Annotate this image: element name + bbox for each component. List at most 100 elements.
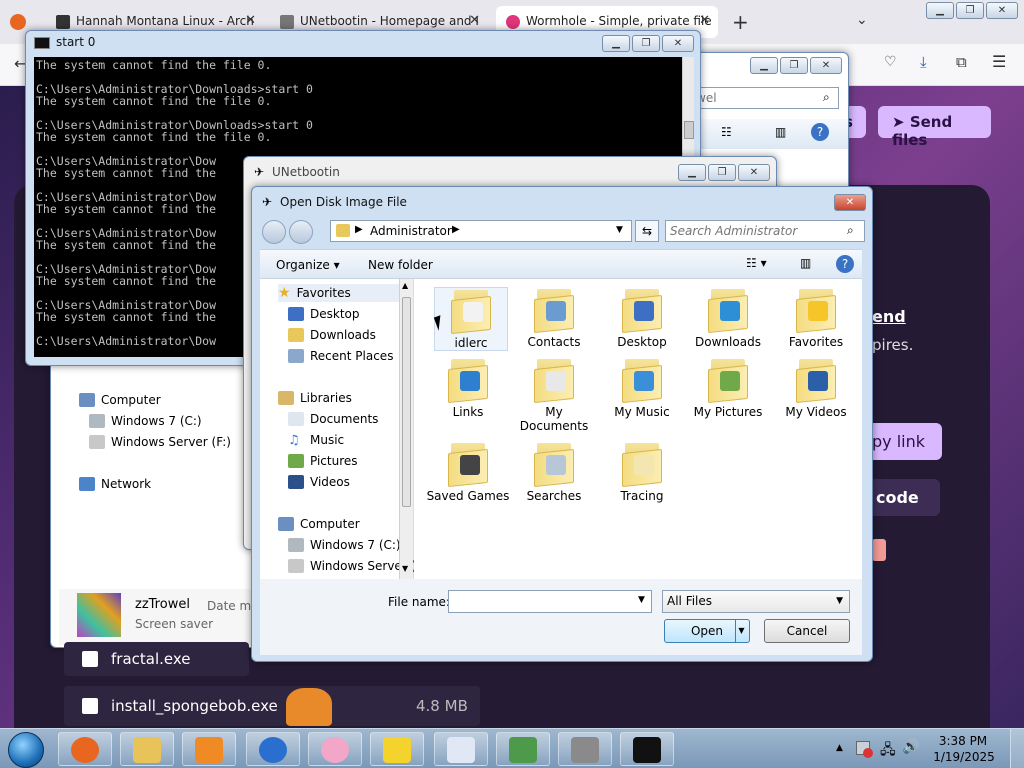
scroll-up-icon[interactable]: ▲ (402, 281, 408, 290)
nav-recent-places[interactable]: Recent Places (288, 347, 393, 365)
nav-pictures[interactable]: Pictures (288, 452, 358, 470)
volume-icon[interactable]: 🔊 (902, 739, 919, 755)
nav-documents[interactable]: Documents (288, 410, 378, 428)
download-row[interactable]: install_spongebob.exe 4.8 MB (64, 686, 480, 726)
search-input[interactable] (691, 87, 839, 109)
folder-item[interactable]: idlerc (434, 287, 508, 351)
folder-item[interactable]: Tracing (600, 441, 684, 503)
minimize-button[interactable]: ▁ (926, 2, 954, 19)
open-button[interactable]: Open ▼ (664, 619, 750, 643)
folder-item[interactable]: My Pictures (686, 357, 770, 419)
close-button[interactable]: ✕ (986, 2, 1018, 19)
clock-date[interactable]: 1/19/2025 (932, 750, 996, 764)
taskbar-python-idle-button[interactable] (496, 732, 550, 766)
taskbar-piglet-button[interactable] (308, 732, 362, 766)
minimize-button[interactable]: ▁ (602, 35, 630, 52)
nav-computer[interactable]: Computer (278, 515, 360, 533)
start-button[interactable] (8, 732, 44, 768)
folder-item[interactable]: Searches (512, 441, 596, 503)
nav-network[interactable]: Network (79, 475, 151, 493)
nav-scrollbar[interactable]: ▲ ▼ (399, 279, 413, 579)
view-options-icon[interactable]: ☷ ▾ (746, 256, 767, 270)
help-icon[interactable]: ? (811, 123, 829, 141)
taskbar-firefox-button[interactable] (58, 732, 112, 766)
menu-icon[interactable]: ☰ (992, 52, 1006, 71)
search-input[interactable] (665, 220, 865, 242)
help-icon[interactable]: ? (836, 255, 854, 273)
close-icon[interactable]: ✕ (699, 13, 710, 28)
chevron-down-icon[interactable]: ▼ (638, 595, 645, 605)
close-button[interactable]: ✕ (738, 164, 770, 181)
folder-item[interactable]: Saved Games (426, 441, 510, 503)
link-text[interactable]: end (872, 307, 906, 326)
back-button[interactable] (262, 220, 286, 244)
scroll-thumb[interactable] (684, 121, 694, 139)
address-bar[interactable]: ▶ Administrator ▶ ▼ (330, 220, 632, 242)
folder-item[interactable]: Downloads (686, 287, 770, 349)
taskbar-media-player-button[interactable] (182, 732, 236, 766)
nav-drive-c[interactable]: Windows 7 (C:) (288, 536, 401, 554)
maximize-button[interactable]: ❐ (956, 2, 984, 19)
breadcrumb[interactable]: Administrator (370, 224, 452, 238)
close-button[interactable]: ✕ (810, 57, 842, 74)
nav-computer[interactable]: Computer (79, 391, 161, 409)
organize-button[interactable]: Organize ▾ (276, 258, 340, 272)
download-row[interactable]: fractal.exe (64, 642, 249, 676)
clock-time[interactable]: 3:38 PM (936, 734, 990, 748)
taskbar-explorer-button[interactable] (120, 732, 174, 766)
maximize-button[interactable]: ❐ (632, 35, 660, 52)
taskbar-spongebob-button[interactable] (370, 732, 424, 766)
close-button[interactable]: ✕ (834, 194, 866, 211)
maximize-button[interactable]: ❐ (708, 164, 736, 181)
show-desktop-button[interactable] (1010, 729, 1024, 768)
close-icon[interactable]: ✕ (469, 13, 480, 28)
new-tab-button[interactable]: + (732, 10, 749, 34)
firefox-icon[interactable] (10, 14, 26, 30)
preview-pane-icon[interactable]: ▥ (800, 256, 811, 270)
folder-item[interactable]: My Videos (774, 357, 858, 419)
minimize-button[interactable]: ▁ (750, 57, 778, 74)
extensions-icon[interactable]: ⧉ (956, 53, 967, 71)
taskbar-thunderbird-button[interactable] (246, 732, 300, 766)
folder-item[interactable]: Desktop (600, 287, 684, 349)
scroll-thumb[interactable] (402, 297, 411, 507)
refresh-button[interactable]: ⇆ (635, 220, 659, 242)
taskbar-unetbootin-button[interactable] (558, 732, 612, 766)
chevron-down-icon[interactable]: ▼ (616, 225, 623, 235)
folder-item[interactable]: Links (426, 357, 510, 419)
forward-button[interactable] (289, 220, 313, 244)
nav-libraries[interactable]: Libraries (278, 389, 352, 407)
network-icon[interactable]: 🖧 (880, 739, 896, 763)
nav-favorites[interactable]: ★ Favorites (278, 284, 402, 302)
nav-drive-f[interactable]: Windows Server ( (288, 557, 415, 575)
folder-item[interactable]: My Documents (512, 357, 596, 433)
file-type-select[interactable]: All Files ▼ (662, 590, 850, 613)
nav-downloads[interactable]: Downloads (288, 326, 376, 344)
nav-desktop[interactable]: Desktop (288, 305, 360, 323)
close-icon[interactable]: ✕ (245, 13, 256, 28)
nav-drive-c[interactable]: Windows 7 (C:) (89, 412, 202, 430)
minimize-button[interactable]: ▁ (678, 164, 706, 181)
scroll-down-icon[interactable]: ▼ (402, 564, 408, 573)
cancel-button[interactable]: Cancel (764, 619, 850, 643)
folder-item[interactable]: My Music (600, 357, 684, 419)
file-name-input[interactable] (448, 590, 652, 613)
download-icon[interactable]: ⤓ (920, 53, 927, 71)
chevron-down-icon[interactable]: ⌄ (856, 12, 868, 28)
new-folder-button[interactable]: New folder (368, 258, 433, 272)
nav-drive-f[interactable]: Windows Server (F:) (89, 433, 231, 451)
preview-pane-icon[interactable]: ▥ (775, 125, 786, 139)
maximize-button[interactable]: ❐ (780, 57, 808, 74)
nav-videos[interactable]: Videos (288, 473, 350, 491)
folder-item[interactable]: Favorites (774, 287, 858, 349)
show-hidden-icons[interactable]: ▲ (836, 743, 843, 753)
pocket-icon[interactable]: ♡ (884, 54, 897, 70)
taskbar-cmd-button[interactable] (620, 732, 674, 766)
taskbar-notepad-button[interactable] (434, 732, 488, 766)
action-center-icon[interactable] (856, 741, 873, 758)
split-dropdown-icon[interactable]: ▼ (735, 620, 747, 642)
view-icon[interactable]: ☷ (721, 125, 732, 139)
nav-music[interactable]: ♫ Music (288, 431, 344, 449)
close-button[interactable]: ✕ (662, 35, 694, 52)
folder-item[interactable]: Contacts (512, 287, 596, 349)
